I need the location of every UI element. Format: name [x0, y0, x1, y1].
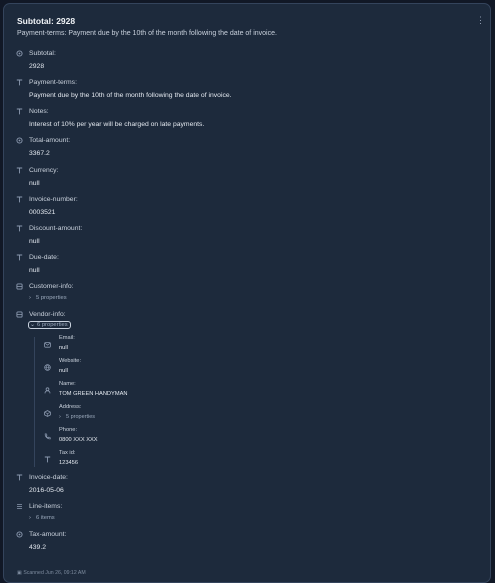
vendor-field-label: Address: [59, 404, 82, 410]
field-label: Vendor-info: [29, 311, 66, 318]
text-icon [16, 167, 23, 174]
field-label: Line-items: [29, 503, 63, 510]
chevron-right-icon: › [29, 295, 31, 301]
more-options-icon[interactable]: ⋮ [476, 15, 485, 25]
field-label: Total-amount: [29, 137, 71, 144]
vendor-field-value: TOM GREEN HANDYMAN [59, 391, 128, 397]
field-value: null [29, 180, 40, 187]
text-icon [16, 225, 23, 232]
globe-icon [44, 358, 51, 371]
field-value: 2016-05-06 [29, 487, 64, 494]
chevron-right-icon: › [59, 414, 61, 420]
vendor-field-value: null [59, 368, 68, 374]
field-value: Payment due by the 10th of the month fol… [29, 92, 232, 99]
field-label: Currency: [29, 167, 59, 174]
number-icon [16, 50, 23, 57]
card-subtitle: Payment-terms: Payment due by the 10th o… [17, 30, 277, 37]
vendor-field-value: null [59, 345, 68, 351]
field-label: Payment-terms: [29, 79, 77, 86]
field-label: Discount-amount: [29, 225, 83, 232]
field-label: Invoice-date: [29, 474, 68, 481]
vendor-field-label: Website: [59, 358, 82, 364]
vendor-info-toggle[interactable]: ⌄ 6 properties [28, 321, 71, 329]
field-label: Notes: [29, 108, 49, 115]
object-icon [16, 283, 23, 290]
person-icon [44, 381, 51, 394]
field-value: 3367.2 [29, 150, 50, 157]
text-icon [16, 254, 23, 261]
customer-info-toggle[interactable]: › 5 properties [29, 295, 67, 301]
phone-icon [44, 427, 51, 440]
vendor-field-value: 123456 [59, 460, 78, 466]
card-title: Subtotal: 2928 [17, 16, 76, 26]
field-value: 2928 [29, 63, 45, 70]
field-value: 439.2 [29, 544, 47, 551]
text-icon [16, 474, 23, 481]
result-card: Subtotal: 2928 Payment-terms: Payment du… [3, 3, 491, 583]
text-icon [16, 196, 23, 203]
field-label: Customer-info: [29, 283, 74, 290]
chevron-down-icon: ⌄ [30, 322, 35, 328]
scan-footer: ▣ Scanned Jun 26, 09:12 AM [17, 570, 86, 576]
field-value: null [29, 267, 40, 274]
object-icon [16, 311, 23, 318]
vendor-field-label: Phone: [59, 427, 78, 433]
line-items-toggle[interactable]: › 6 items [29, 515, 55, 521]
number-icon [16, 137, 23, 144]
vendor-field-label: Name: [59, 381, 76, 387]
field-label: Tax-amount: [29, 531, 67, 538]
vendor-field-value: 0800 XXX XXX [59, 437, 98, 443]
nested-divider [34, 337, 35, 467]
field-value: null [29, 238, 40, 245]
field-value: Interest of 10% per year will be charged… [29, 121, 205, 128]
text-icon [44, 450, 51, 463]
vendor-field-label: Email: [59, 335, 75, 341]
number-icon [16, 531, 23, 538]
field-value: 0003521 [29, 209, 56, 216]
text-icon [16, 79, 23, 86]
mail-icon [44, 335, 51, 348]
vendor-field-label: Tax id: [59, 450, 76, 456]
field-label: Subtotal: [29, 50, 56, 57]
chevron-right-icon: › [29, 515, 31, 521]
field-label: Invoice-number: [29, 196, 78, 203]
address-toggle[interactable]: › 5 properties [59, 414, 95, 420]
address-icon [44, 404, 51, 417]
list-icon [16, 503, 23, 510]
field-label: Due-date: [29, 254, 59, 261]
text-icon [16, 108, 23, 115]
